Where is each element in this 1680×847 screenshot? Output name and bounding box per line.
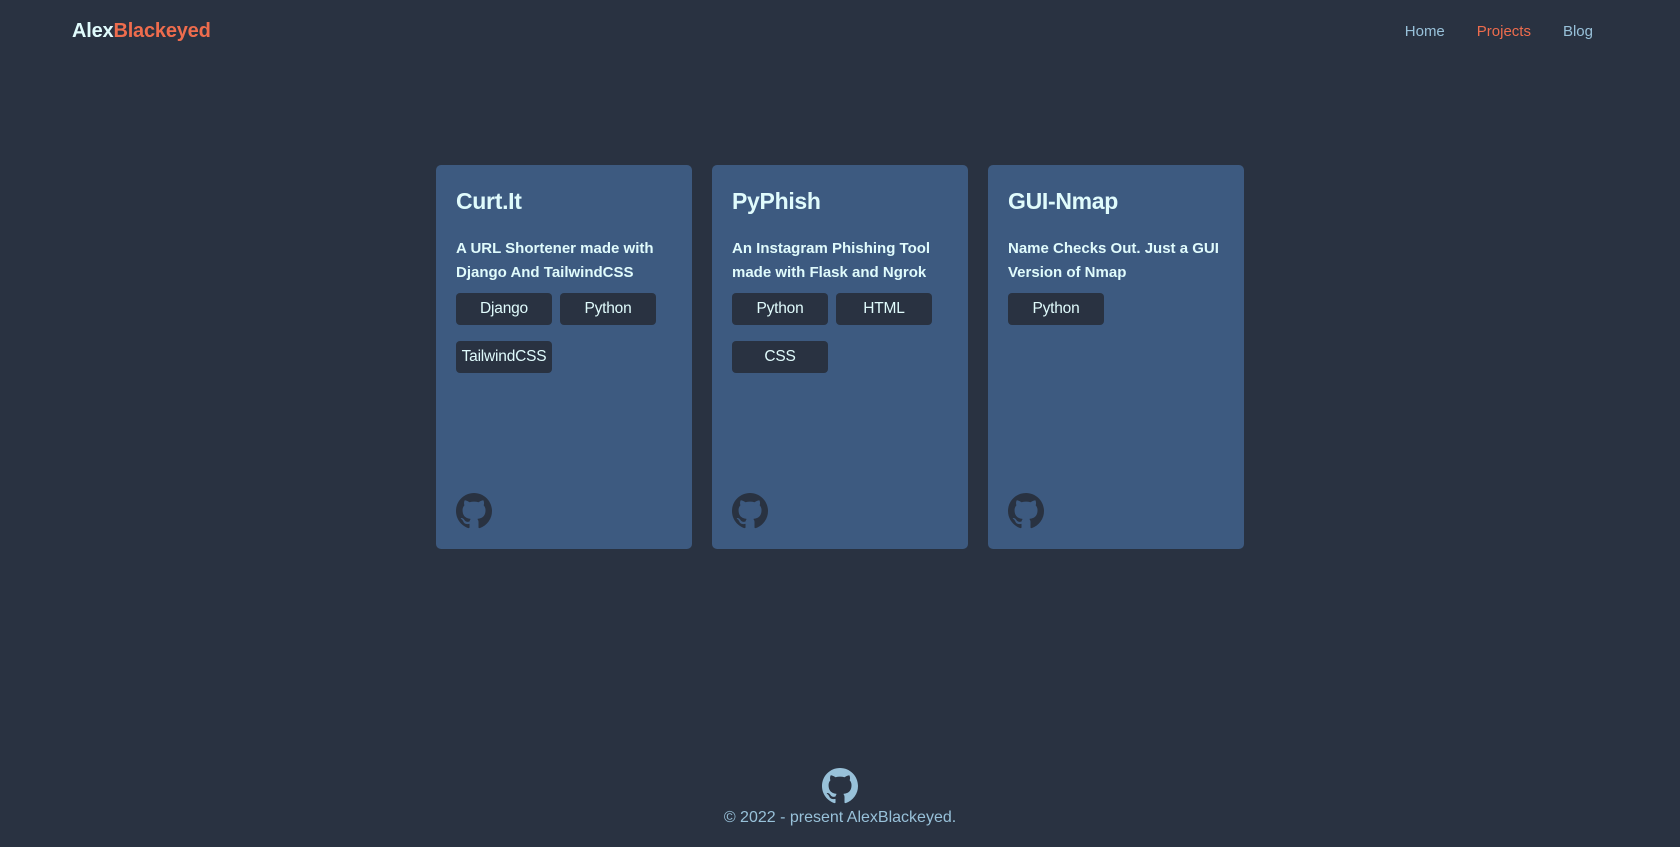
project-description: An Instagram Phishing Tool made with Fla…	[732, 240, 931, 281]
project-title: Curt.It	[456, 188, 522, 214]
github-icon[interactable]	[822, 768, 858, 804]
project-title: PyPhish	[732, 188, 821, 214]
project-title: GUI-Nmap	[1008, 188, 1119, 214]
navbar: AlexBlackeyed Home Projects Blog	[0, 0, 1680, 66]
projects-grid: Curt.It A URL Shortener made with Django…	[436, 165, 1244, 549]
github-icon[interactable]	[1008, 493, 1044, 529]
tag: Python	[1008, 293, 1104, 325]
tag-list: Django Python TailwindCSS	[456, 293, 672, 373]
nav-home-link[interactable]: Home	[1405, 23, 1445, 40]
brand-first: Alex	[72, 20, 114, 42]
tag: Python	[560, 293, 656, 325]
tag: HTML	[836, 293, 932, 325]
project-card-gui-nmap: GUI-Nmap Name Checks Out. Just a GUI Ver…	[988, 165, 1244, 549]
github-icon[interactable]	[732, 493, 768, 529]
brand-second: Blackeyed	[113, 20, 211, 42]
nav-links: Home Projects Blog	[1405, 23, 1593, 40]
tag: Python	[732, 293, 828, 325]
nav-blog-link[interactable]: Blog	[1563, 23, 1593, 40]
project-description: A URL Shortener made with Django And Tai…	[456, 240, 654, 281]
footer: © 2022 - present AlexBlackeyed.	[0, 768, 1680, 827]
project-card-pyphish: PyPhish An Instagram Phishing Tool made …	[712, 165, 968, 549]
project-card-curt-it: Curt.It A URL Shortener made with Django…	[436, 165, 692, 549]
github-icon[interactable]	[456, 493, 492, 529]
tag: CSS	[732, 341, 828, 373]
nav-projects-link[interactable]: Projects	[1477, 23, 1531, 40]
copyright-text: © 2022 - present AlexBlackeyed.	[723, 809, 957, 826]
tag: Django	[456, 293, 552, 325]
tag-list: Python	[1008, 293, 1224, 325]
tag-list: Python HTML CSS	[732, 293, 948, 373]
brand-logo[interactable]: AlexBlackeyed	[72, 20, 211, 43]
tag: TailwindCSS	[456, 341, 552, 373]
project-description: Name Checks Out. Just a GUI Version of N…	[1008, 240, 1219, 281]
